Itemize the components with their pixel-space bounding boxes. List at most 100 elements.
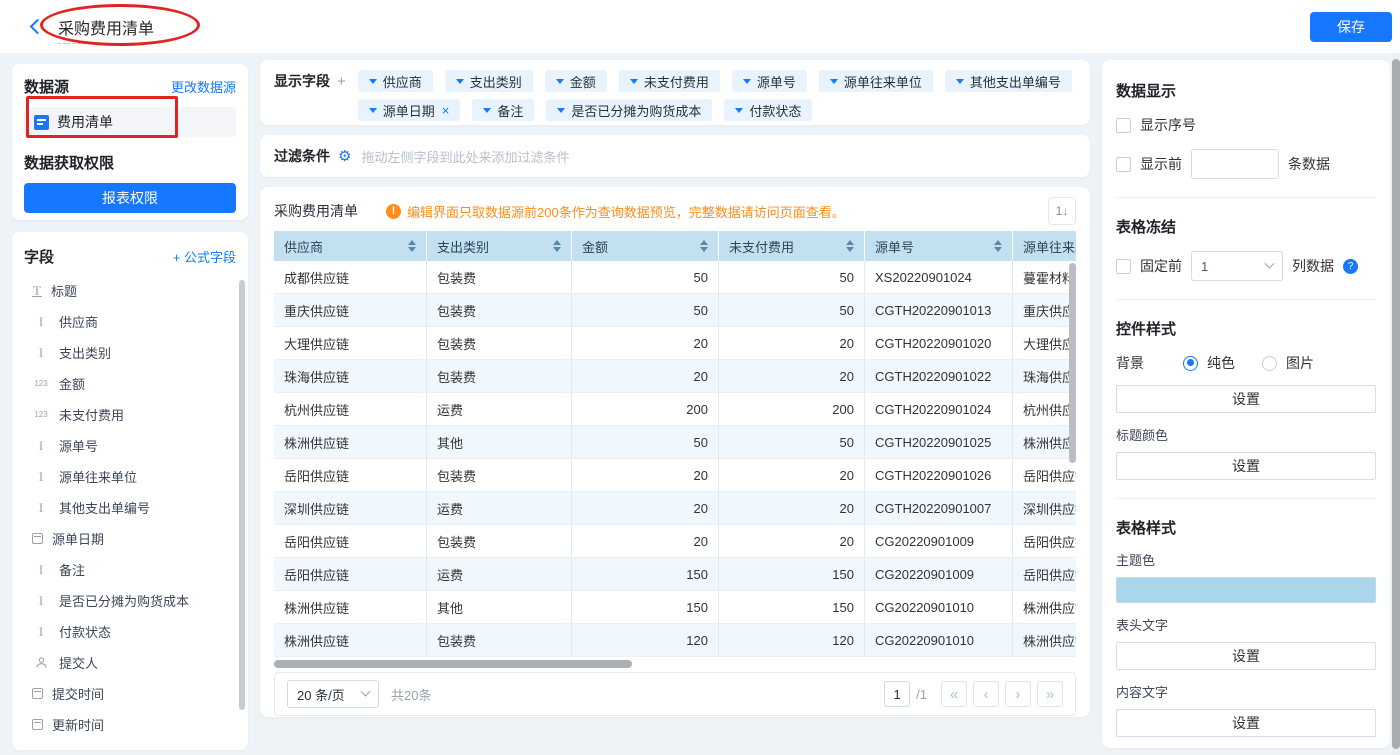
field-item[interactable]: 123未支付费用 — [24, 399, 236, 430]
field-item[interactable]: 123金额 — [24, 368, 236, 399]
field-chip[interactable]: 源单日期× — [358, 99, 461, 121]
field-chip[interactable]: 其他支出单编号 — [945, 70, 1072, 92]
field-chip[interactable]: 金额 — [545, 70, 607, 92]
column-header[interactable]: 支出类别 — [427, 231, 572, 261]
last-page-button[interactable]: » — [1037, 681, 1063, 707]
field-item[interactable]: I其他支出单编号 — [24, 492, 236, 523]
date-icon — [32, 688, 43, 699]
field-chip[interactable]: 未支付费用 — [619, 70, 720, 92]
field-chip-label: 是否已分摊为购货成本 — [571, 101, 701, 120]
field-item[interactable]: I支出类别 — [24, 337, 236, 368]
sort-icon[interactable] — [988, 240, 1002, 252]
caret-down-icon — [735, 108, 743, 113]
back-icon[interactable] — [30, 21, 42, 33]
show-front-checkbox[interactable] — [1116, 157, 1131, 172]
table-cell: 20 — [719, 360, 865, 393]
field-item[interactable]: I是否已分摊为购货成本 — [24, 585, 236, 616]
table-cell: 150 — [572, 591, 719, 624]
image-radio[interactable] — [1262, 356, 1277, 371]
field-item-label: 提交人 — [59, 653, 98, 672]
table-row: 岳阳供应链包装费2020CGTH20220901026岳阳供应链 — [274, 459, 1076, 492]
field-item-label: 金额 — [59, 374, 85, 393]
field-chip[interactable]: 付款状态 — [724, 99, 812, 121]
fix-front-checkbox[interactable] — [1116, 259, 1131, 274]
field-item[interactable]: I源单号 — [24, 430, 236, 461]
column-header[interactable]: 源单往来单位 — [1013, 231, 1076, 261]
field-item[interactable]: T标题 — [24, 275, 236, 306]
datasource-item[interactable]: 费用清单 — [24, 107, 236, 137]
table-cell: 20 — [572, 459, 719, 492]
column-header[interactable]: 供应商 — [274, 231, 427, 261]
page-scrollbar[interactable] — [1392, 59, 1400, 749]
table-vertical-scrollbar[interactable] — [1069, 263, 1076, 463]
column-header[interactable]: 源单号 — [865, 231, 1013, 261]
sort-order-icon[interactable]: 1↓ — [1048, 197, 1076, 225]
sort-icon[interactable] — [840, 240, 854, 252]
sort-icon[interactable] — [547, 240, 561, 252]
field-chip-label: 备注 — [497, 101, 523, 120]
save-button[interactable]: 保存 — [1310, 12, 1392, 42]
content-text-set-button[interactable]: 设置 — [1116, 709, 1376, 737]
chevron-down-icon — [1265, 258, 1275, 268]
field-item[interactable]: I付款状态 — [24, 616, 236, 647]
page-title[interactable]: 采购费用清单 — [58, 15, 154, 44]
warning-text: 编辑界面只取数据源前200条作为查询数据预览，完整数据请访问页面查看。 — [407, 202, 845, 221]
column-header[interactable]: 未支付费用 — [719, 231, 865, 261]
caret-down-icon — [369, 108, 377, 113]
page-input[interactable]: 1 — [884, 681, 910, 707]
background-label: 背景 — [1116, 353, 1174, 373]
close-icon[interactable]: × — [442, 103, 450, 118]
field-item-label: 备注 — [59, 560, 85, 579]
table-cell: CG20220901009 — [865, 525, 1013, 558]
add-display-field-button[interactable]: + — [337, 73, 346, 90]
field-chip[interactable]: 是否已分摊为购货成本 — [546, 99, 712, 121]
field-item[interactable]: 源单日期 — [24, 523, 236, 554]
prev-page-button[interactable]: ‹ — [973, 681, 999, 707]
solid-color-radio[interactable] — [1183, 356, 1198, 371]
sort-icon[interactable] — [694, 240, 708, 252]
fields-scrollbar[interactable] — [239, 280, 245, 710]
table-cell: 蔓霍材料 — [1013, 261, 1076, 294]
field-chip[interactable]: 备注 — [472, 99, 534, 121]
background-set-button[interactable]: 设置 — [1116, 385, 1376, 413]
chevron-down-icon — [361, 686, 371, 696]
table-cell: 株洲供应链 — [274, 591, 427, 624]
column-header[interactable]: 金额 — [572, 231, 719, 261]
field-chip[interactable]: 源单号 — [732, 70, 807, 92]
report-permission-button[interactable]: 报表权限 — [24, 183, 236, 213]
table-cell: 150 — [719, 558, 865, 591]
sort-icon[interactable] — [402, 240, 416, 252]
field-item[interactable]: I源单往来单位 — [24, 461, 236, 492]
field-chip[interactable]: 供应商 — [358, 70, 433, 92]
field-chip-label: 付款状态 — [749, 101, 801, 120]
field-item[interactable]: I供应商 — [24, 306, 236, 337]
field-item[interactable]: 提交人 — [24, 647, 236, 678]
field-chip[interactable]: 支出类别 — [445, 70, 533, 92]
field-item[interactable]: 更新时间 — [24, 709, 236, 740]
table-cell: 50 — [572, 426, 719, 459]
change-datasource-link[interactable]: 更改数据源 — [171, 77, 236, 96]
filter-drop-placeholder[interactable]: 拖动左侧字段到此处来添加过滤条件 — [361, 147, 569, 166]
field-item[interactable]: 提交时间 — [24, 678, 236, 709]
header-text-set-button[interactable]: 设置 — [1116, 642, 1376, 670]
table-cell: 成都供应链 — [274, 261, 427, 294]
field-chip[interactable]: 源单往来单位 — [819, 70, 933, 92]
table-horizontal-scrollbar[interactable] — [274, 660, 632, 668]
page-size-select[interactable]: 20 条/页 — [287, 680, 379, 708]
gear-icon[interactable]: ⚙ — [338, 149, 351, 164]
field-item[interactable]: I备注 — [24, 554, 236, 585]
table-cell: CGTH20220901013 — [865, 294, 1013, 327]
show-index-checkbox[interactable] — [1116, 118, 1131, 133]
first-page-button[interactable]: « — [941, 681, 967, 707]
next-page-button[interactable]: › — [1005, 681, 1031, 707]
help-icon[interactable]: ? — [1343, 259, 1358, 274]
add-formula-field-link[interactable]: + 公式字段 — [173, 247, 236, 266]
theme-color-swatch[interactable] — [1116, 577, 1376, 603]
table-cell: 运费 — [427, 492, 572, 525]
table-cell: 珠海供应链 — [274, 360, 427, 393]
caret-down-icon — [483, 108, 491, 113]
field-chip-label: 源单号 — [757, 72, 796, 91]
show-front-count-input[interactable] — [1191, 149, 1279, 179]
title-color-set-button[interactable]: 设置 — [1116, 452, 1376, 480]
fix-columns-select[interactable]: 1 — [1191, 251, 1283, 281]
